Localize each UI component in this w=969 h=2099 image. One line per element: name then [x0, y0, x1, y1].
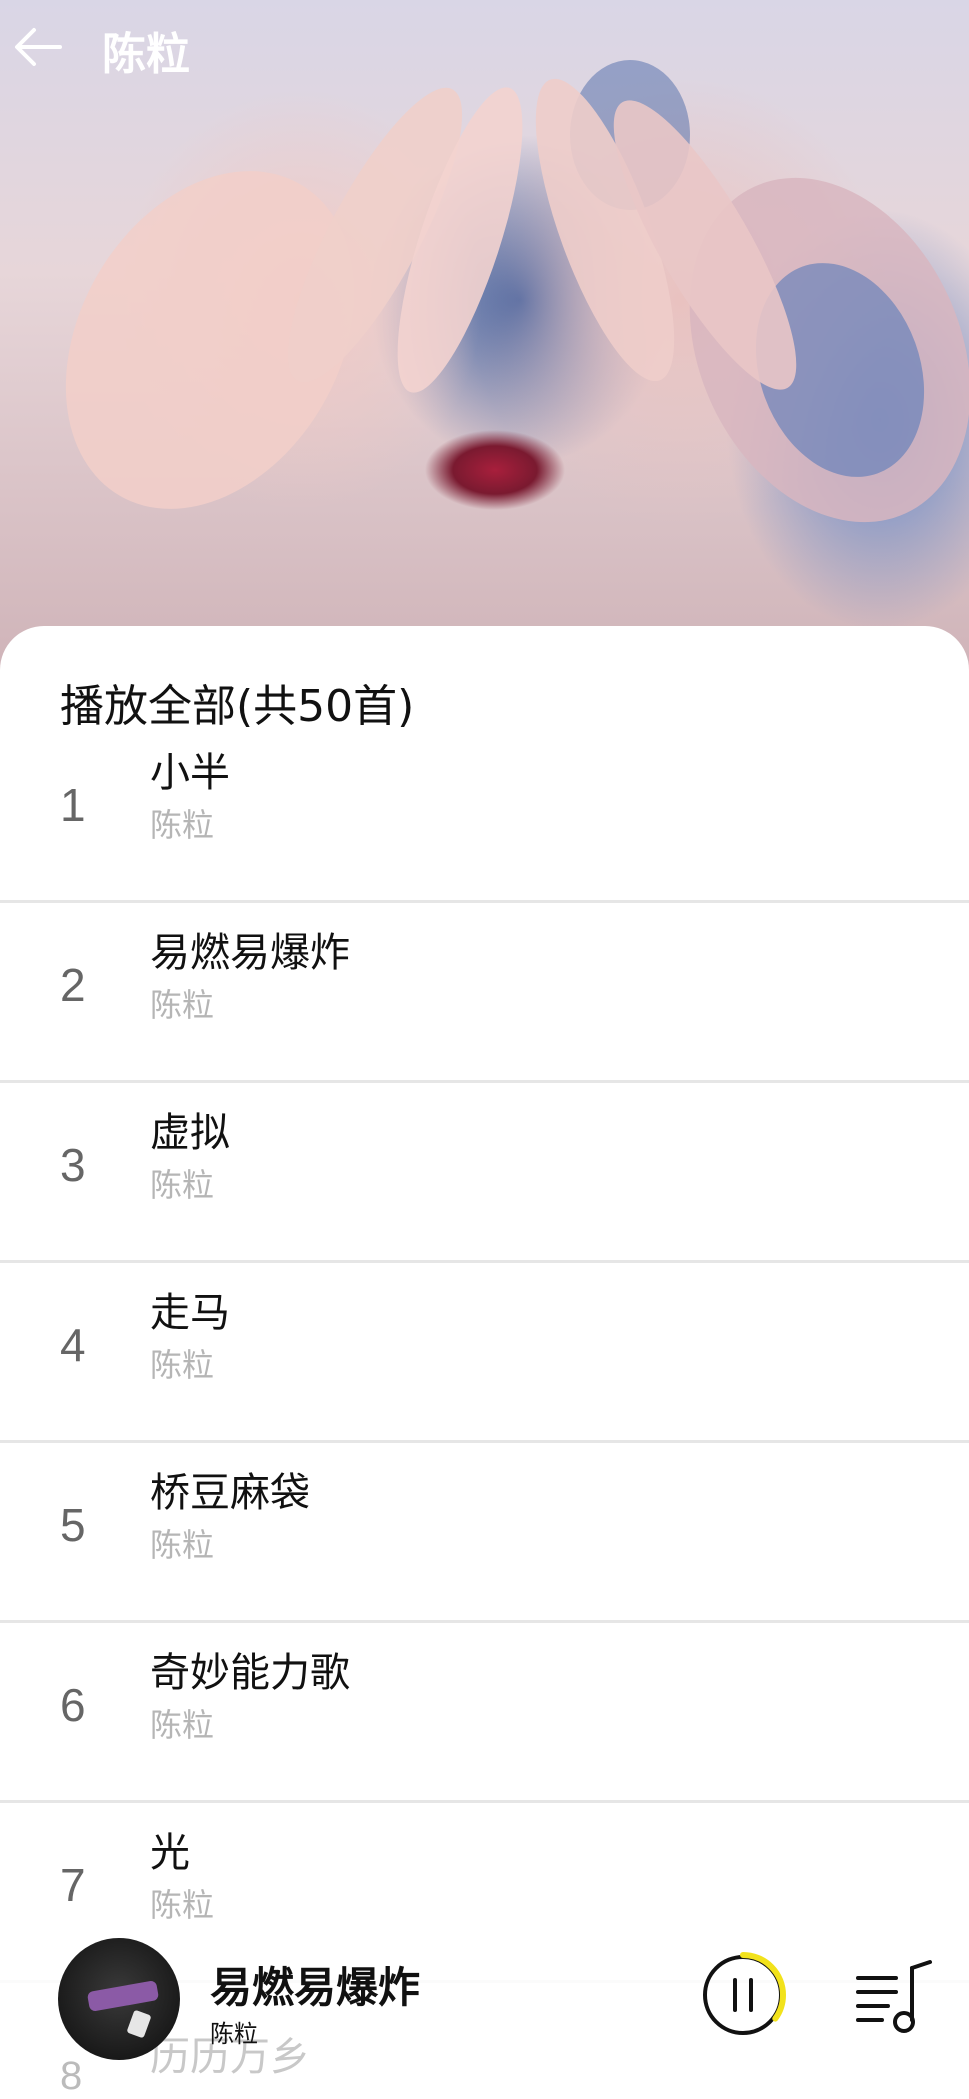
song-list-panel: 播放全部(共50首) 1 小半 陈粒 2 易燃易爆炸 陈粒 3 虚拟 陈粒 4 …	[0, 626, 969, 2094]
song-row-1[interactable]: 1 小半 陈粒	[0, 722, 969, 903]
back-button[interactable]	[10, 20, 64, 74]
song-index: 6	[60, 1679, 86, 1731]
song-artist: 陈粒	[150, 1346, 215, 1384]
playlist-icon	[856, 1960, 932, 2033]
song-index: 2	[60, 959, 86, 1011]
song-title: 虚拟	[150, 1110, 230, 1156]
song-row-6[interactable]: 6 奇妙能力歌 陈粒	[0, 1622, 969, 1803]
song-row-4[interactable]: 4 走马 陈粒	[0, 1262, 969, 1443]
pause-button[interactable]	[698, 1950, 788, 2040]
now-playing-cover[interactable]	[58, 1938, 180, 2060]
song-artist: 陈粒	[150, 806, 215, 844]
song-index: 7	[60, 1859, 86, 1911]
song-artist: 陈粒	[150, 1166, 215, 1204]
song-title: 桥豆麻袋	[150, 1470, 310, 1516]
song-artist: 陈粒	[150, 1526, 215, 1564]
top-bar: 陈粒	[0, 0, 969, 96]
song-title: 走马	[150, 1290, 230, 1336]
song-artist: 陈粒	[150, 1706, 215, 1744]
song-index: 3	[60, 1139, 86, 1191]
song-title: 易燃易爆炸	[150, 930, 350, 976]
now-playing-title[interactable]: 易燃易爆炸	[210, 1954, 420, 2015]
mini-player: 8 历历万乡 易燃易爆炸 陈粒	[0, 1924, 969, 2098]
song-title: 光	[150, 1830, 190, 1876]
song-artist: 陈粒	[150, 986, 215, 1024]
pause-icon	[700, 1952, 786, 2038]
song-row-2[interactable]: 2 易燃易爆炸 陈粒	[0, 902, 969, 1083]
song-row-3[interactable]: 3 虚拟 陈粒	[0, 1082, 969, 1263]
song-index-partial: 8	[60, 2054, 83, 2098]
page-title: 陈粒	[102, 29, 190, 80]
song-artist: 陈粒	[150, 1886, 215, 1924]
arrow-left-icon	[15, 28, 62, 66]
artist-cover-image	[0, 0, 969, 680]
song-index: 5	[60, 1499, 86, 1551]
song-row-5[interactable]: 5 桥豆麻袋 陈粒	[0, 1442, 969, 1623]
playlist-button[interactable]	[852, 1956, 936, 2040]
song-title: 奇妙能力歌	[150, 1650, 350, 1696]
song-title: 小半	[150, 750, 230, 796]
now-playing-artist: 陈粒	[210, 2020, 258, 2048]
song-index: 1	[60, 779, 86, 831]
song-index: 4	[60, 1319, 86, 1371]
